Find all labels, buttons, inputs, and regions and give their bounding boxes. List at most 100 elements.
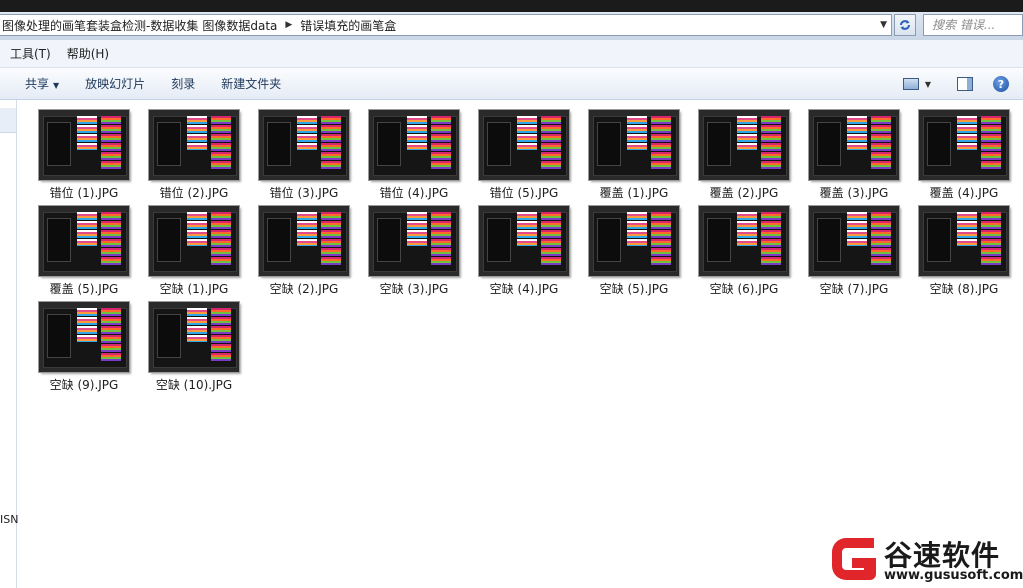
file-name-label[interactable]: 空缺 (5).JPG: [584, 280, 684, 297]
thumbnail-well: [927, 218, 951, 262]
file-name-label[interactable]: 覆盖 (5).JPG: [34, 280, 134, 297]
menu-help[interactable]: 帮助(H): [67, 45, 109, 62]
file-item[interactable]: 错位 (4).JPG: [364, 106, 464, 201]
image-thumbnail[interactable]: [479, 206, 569, 276]
file-item[interactable]: 错位 (3).JPG: [254, 106, 354, 201]
image-thumbnail[interactable]: [699, 206, 789, 276]
breadcrumb-segment-1[interactable]: 图像处理的画笔套装盒检测-数据收集: [0, 17, 200, 34]
file-name-label[interactable]: 覆盖 (1).JPG: [584, 184, 684, 201]
new-folder-button[interactable]: 新建文件夹: [221, 75, 281, 92]
file-item[interactable]: 空缺 (8).JPG: [914, 202, 1014, 297]
file-item[interactable]: 空缺 (5).JPG: [584, 202, 684, 297]
refresh-button[interactable]: [894, 14, 916, 36]
file-name-label[interactable]: 错位 (4).JPG: [364, 184, 464, 201]
preview-pane-icon[interactable]: [957, 77, 973, 91]
thumbnail-well: [817, 218, 841, 262]
nav-selected-item[interactable]: [0, 108, 16, 133]
thumbnail-markers-left: [77, 308, 97, 342]
file-item[interactable]: 覆盖 (1).JPG: [584, 106, 684, 201]
file-item[interactable]: 空缺 (6).JPG: [694, 202, 794, 297]
thumbnail-markers-left: [407, 116, 427, 150]
image-thumbnail[interactable]: [149, 302, 239, 372]
image-thumbnail[interactable]: [369, 206, 459, 276]
file-name-label[interactable]: 空缺 (4).JPG: [474, 280, 574, 297]
thumbnail-markers-left: [297, 116, 317, 150]
address-dropdown-icon[interactable]: ▼: [880, 20, 887, 30]
file-name-label[interactable]: 空缺 (2).JPG: [254, 280, 354, 297]
image-thumbnail[interactable]: [259, 206, 349, 276]
share-button-label: 共享: [25, 77, 50, 91]
file-item[interactable]: 空缺 (4).JPG: [474, 202, 574, 297]
file-item[interactable]: 空缺 (1).JPG: [144, 202, 244, 297]
file-name-label[interactable]: 空缺 (8).JPG: [914, 280, 1014, 297]
file-name-label[interactable]: 错位 (2).JPG: [144, 184, 244, 201]
view-dropdown-icon[interactable]: ▼: [925, 80, 931, 89]
image-thumbnail[interactable]: [699, 110, 789, 180]
image-thumbnail[interactable]: [919, 110, 1009, 180]
image-thumbnail[interactable]: [149, 110, 239, 180]
thumbnail-well: [707, 218, 731, 262]
thumbnail-markers-left: [407, 212, 427, 246]
file-name-label[interactable]: 空缺 (10).JPG: [144, 376, 244, 393]
nav-item-label[interactable]: ISN: [0, 513, 18, 526]
image-thumbnail[interactable]: [39, 302, 129, 372]
help-icon[interactable]: ?: [993, 76, 1009, 92]
breadcrumb-separator-icon[interactable]: ▶: [279, 20, 298, 30]
file-name-label[interactable]: 空缺 (7).JPG: [804, 280, 904, 297]
image-thumbnail[interactable]: [259, 110, 349, 180]
breadcrumb-segment-3[interactable]: 错误填充的画笔盒: [298, 17, 398, 34]
file-name-label[interactable]: 覆盖 (3).JPG: [804, 184, 904, 201]
file-item[interactable]: 空缺 (7).JPG: [804, 202, 904, 297]
file-name-label[interactable]: 错位 (1).JPG: [34, 184, 134, 201]
image-thumbnail[interactable]: [809, 110, 899, 180]
file-item[interactable]: 空缺 (9).JPG: [34, 298, 134, 393]
thumbnail-markers-left: [297, 212, 317, 246]
image-thumbnail[interactable]: [369, 110, 459, 180]
thumbnail-markers-right: [431, 116, 451, 170]
file-item[interactable]: 覆盖 (3).JPG: [804, 106, 904, 201]
toolbar: 共享 ▼ 放映幻灯片 刻录 新建文件夹 ▼ ?: [0, 68, 1023, 100]
file-item[interactable]: 覆盖 (2).JPG: [694, 106, 794, 201]
burn-button[interactable]: 刻录: [171, 75, 195, 92]
menu-tools[interactable]: 工具(T): [10, 45, 51, 62]
watermark: 谷速软件 www.gususoft.com: [822, 530, 1023, 588]
file-name-label[interactable]: 空缺 (3).JPG: [364, 280, 464, 297]
file-item[interactable]: 错位 (1).JPG: [34, 106, 134, 201]
breadcrumb-segment-2[interactable]: 图像数据data: [200, 17, 279, 34]
address-bar[interactable]: 图像处理的画笔套装盒检测-数据收集 图像数据data ▶ 错误填充的画笔盒 ▼: [0, 14, 892, 36]
thumbnail-well: [597, 218, 621, 262]
image-thumbnail[interactable]: [479, 110, 569, 180]
view-options-icon[interactable]: [902, 78, 919, 90]
thumbnail-markers-left: [77, 116, 97, 150]
image-thumbnail[interactable]: [39, 206, 129, 276]
file-name-label[interactable]: 空缺 (9).JPG: [34, 376, 134, 393]
thumbnail-markers-left: [957, 212, 977, 246]
file-name-label[interactable]: 覆盖 (2).JPG: [694, 184, 794, 201]
file-name-label[interactable]: 错位 (5).JPG: [474, 184, 574, 201]
image-thumbnail[interactable]: [589, 206, 679, 276]
thumbnail-markers-left: [517, 212, 537, 246]
file-name-label[interactable]: 空缺 (1).JPG: [144, 280, 244, 297]
image-thumbnail[interactable]: [149, 206, 239, 276]
slideshow-button[interactable]: 放映幻灯片: [85, 75, 145, 92]
thumbnail-markers-right: [981, 116, 1001, 170]
file-item[interactable]: 覆盖 (5).JPG: [34, 202, 134, 297]
file-item[interactable]: 空缺 (3).JPG: [364, 202, 464, 297]
thumbnail-markers-right: [541, 116, 561, 170]
file-name-label[interactable]: 覆盖 (4).JPG: [914, 184, 1014, 201]
file-item[interactable]: 覆盖 (4).JPG: [914, 106, 1014, 201]
file-name-label[interactable]: 空缺 (6).JPG: [694, 280, 794, 297]
image-thumbnail[interactable]: [919, 206, 1009, 276]
image-thumbnail[interactable]: [809, 206, 899, 276]
image-thumbnail[interactable]: [39, 110, 129, 180]
file-item[interactable]: 空缺 (10).JPG: [144, 298, 244, 393]
image-thumbnail[interactable]: [589, 110, 679, 180]
thumbnail-well: [487, 122, 511, 166]
search-input[interactable]: 搜索 错误...: [923, 14, 1023, 36]
thumbnail-well: [47, 122, 71, 166]
file-item[interactable]: 错位 (2).JPG: [144, 106, 244, 201]
file-name-label[interactable]: 错位 (3).JPG: [254, 184, 354, 201]
share-button[interactable]: 共享 ▼: [25, 75, 59, 92]
file-item[interactable]: 错位 (5).JPG: [474, 106, 574, 201]
file-item[interactable]: 空缺 (2).JPG: [254, 202, 354, 297]
